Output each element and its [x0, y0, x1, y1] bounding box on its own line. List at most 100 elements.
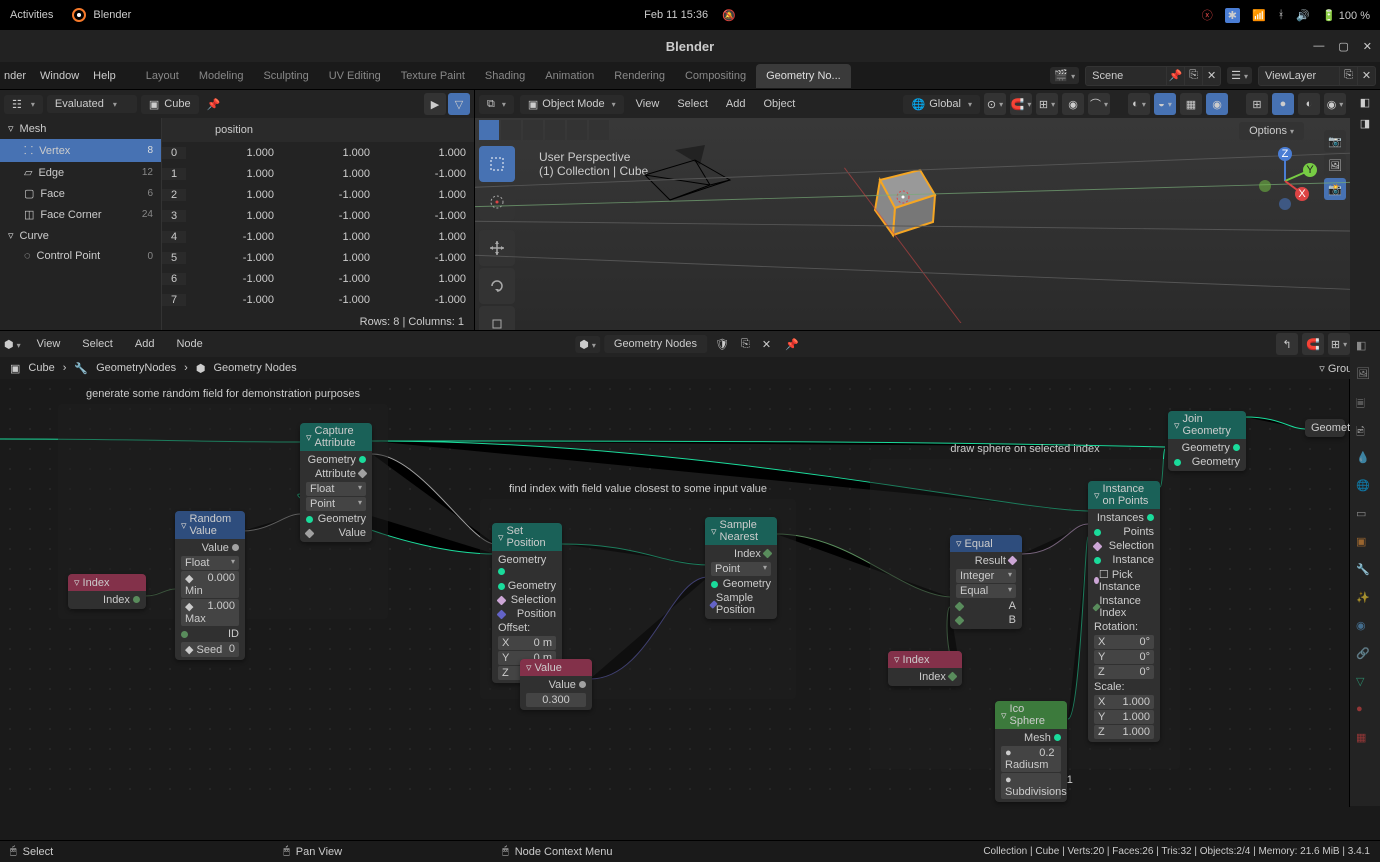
tree-face[interactable]: ▢Face6 [0, 183, 161, 204]
type-dropdown[interactable]: Float [181, 556, 239, 570]
snap-target-icon[interactable]: ⊞ [1036, 93, 1058, 115]
nadd-menu[interactable]: Add [129, 335, 161, 353]
mode-dropdown[interactable]: ▣ Object Mode [520, 95, 624, 114]
tab-physics-icon[interactable]: ◉ [1356, 619, 1374, 637]
node-value[interactable]: ▿Value Value 0.300 [520, 659, 592, 710]
volume-icon[interactable]: 🔊 [1296, 9, 1310, 22]
rot-x[interactable]: X0° [1094, 635, 1154, 649]
proportional-icon[interactable]: ◉ [1062, 93, 1084, 115]
tab-particles-icon[interactable]: ✨ [1356, 591, 1374, 609]
side-render-icon[interactable]: 🖼 [1324, 154, 1346, 176]
snap-icon[interactable]: 🧲 [1302, 333, 1324, 355]
node-ico-sphere[interactable]: ▿Ico Sphere Mesh ● Radius0.2 m ● Subdivi… [995, 701, 1067, 802]
view-menu[interactable]: View [630, 95, 666, 113]
value-field[interactable]: 0.300 [526, 693, 586, 707]
tool-select[interactable] [479, 146, 515, 182]
node-capture-attribute[interactable]: ▿Capture Attribute Geometry Attribute Fl… [300, 423, 372, 542]
object-menu[interactable]: Object [757, 95, 801, 113]
bluetooth-icon[interactable]: ✱ [1225, 8, 1240, 23]
min-field[interactable]: ◆ Min0.000 [181, 571, 239, 598]
gizmo-visibility-icon[interactable]: ◐ [1128, 93, 1150, 115]
table-row[interactable]: 6-1.000-1.0001.000 [162, 268, 474, 289]
object-selector[interactable]: ▣Cube [141, 95, 199, 114]
select-menu[interactable]: Select [671, 95, 714, 113]
window-menu[interactable]: Window [40, 70, 79, 82]
proportional-type-icon[interactable]: ⌒ [1088, 93, 1110, 115]
shield-icon[interactable]: 🛡 [711, 336, 733, 353]
subdiv-field[interactable]: ● Subdivisions1 [1001, 773, 1061, 799]
table-row[interactable]: 4-1.0001.0001.000 [162, 226, 474, 247]
node-instance-on-points[interactable]: ▿Instance on Points Instances Points Sel… [1088, 481, 1160, 742]
tool-scale[interactable] [479, 306, 515, 330]
scl-x[interactable]: X1.000 [1094, 695, 1154, 709]
xray-icon[interactable]: ▦ [1180, 93, 1202, 115]
editor-type-dropdown[interactable]: ⧉ [479, 95, 514, 114]
viewlayer-selector[interactable]: ViewLayer ⎘ ✕ [1258, 66, 1376, 86]
crumb-cube[interactable]: Cube [28, 362, 54, 374]
node-join-geometry[interactable]: ▿Join Geometry Geometry Geometry [1168, 411, 1246, 471]
wifi-icon[interactable]: 📶 [1252, 9, 1266, 22]
tab-layout[interactable]: Layout [136, 64, 189, 88]
tab-collection-icon[interactable]: ▭ [1356, 507, 1374, 525]
tab-rendering[interactable]: Rendering [604, 64, 675, 88]
tree-mesh[interactable]: ▿Mesh [0, 118, 161, 139]
tree-vertex[interactable]: ⸬Vertex8 [0, 139, 161, 162]
camera-object[interactable] [635, 140, 755, 220]
minimize-button[interactable]: — [1313, 40, 1324, 53]
offset-x[interactable]: X0 m [498, 636, 556, 650]
selmode-2[interactable] [501, 120, 521, 140]
tree-controlpoint[interactable]: ◌Control Point0 [0, 246, 161, 266]
close-button[interactable]: ✕ [1363, 40, 1372, 53]
rot-z[interactable]: Z0° [1094, 665, 1154, 679]
overlays-icon[interactable]: ◒ [1154, 93, 1176, 115]
op-dropdown[interactable]: Equal [956, 584, 1016, 598]
selmode-3[interactable] [523, 120, 543, 140]
node-random-value[interactable]: ▿Random Value Value Float ◆ Min0.000 ◆ M… [175, 511, 245, 660]
copy-icon[interactable]: ⎘ [737, 336, 754, 353]
node-equal[interactable]: ▿Equal Result Integer Equal A B [950, 535, 1022, 629]
shading-solid-icon[interactable]: ● [1272, 93, 1294, 115]
node-index2[interactable]: ▿Index Index [888, 651, 962, 686]
tab-geometrynodes[interactable]: Geometry No... [756, 64, 851, 88]
tab-sculpting[interactable]: Sculpting [253, 64, 318, 88]
tool-cursor[interactable] [479, 184, 515, 220]
tool-rotate[interactable] [479, 268, 515, 304]
chevron-icon[interactable]: ◧ [1360, 96, 1370, 109]
navigation-gizmo[interactable]: Z Y X [1250, 146, 1320, 216]
browse-scene-icon[interactable]: 🎬 [1050, 67, 1079, 84]
editor-type-dropdown[interactable]: ☷ [4, 95, 43, 114]
shading-wire-icon[interactable]: ⊞ [1246, 93, 1268, 115]
browse-viewlayer-icon[interactable]: ☰ [1227, 67, 1252, 84]
type-dropdown[interactable]: Float [306, 482, 366, 496]
node-sample-nearest[interactable]: ▿Sample Nearest Index Point Geometry Sam… [705, 517, 777, 619]
tree-edge[interactable]: ▱Edge12 [0, 162, 161, 183]
radius-field[interactable]: ● Radius0.2 m [1001, 746, 1061, 772]
col-header[interactable]: position [186, 124, 282, 136]
tray-icon-1[interactable]: ⓧ [1202, 7, 1213, 23]
file-menu[interactable]: nder [4, 70, 26, 82]
tab-material-icon[interactable]: ● [1356, 703, 1374, 721]
tab-constraints-icon[interactable]: 🔗 [1356, 647, 1374, 665]
help-menu[interactable]: Help [93, 70, 116, 82]
scene-delete-icon[interactable]: ✕ [1202, 67, 1220, 85]
tab-texturepaint[interactable]: Texture Paint [391, 64, 475, 88]
shading-rendered-icon[interactable]: ◉ [1324, 93, 1346, 115]
tab-data-icon[interactable]: ▽ [1356, 675, 1374, 693]
pin-icon[interactable]: 📌 [207, 98, 221, 111]
cube-object[interactable] [855, 150, 955, 250]
node-group-output[interactable]: Geometry [1305, 419, 1345, 437]
scene-copy-icon[interactable]: ⎘ [1184, 67, 1202, 85]
options-dropdown[interactable]: Options [1239, 122, 1304, 140]
add-menu[interactable]: Add [720, 95, 752, 113]
tab-object-icon[interactable]: ▣ [1356, 535, 1374, 553]
selmode-6[interactable] [589, 120, 609, 140]
scl-y[interactable]: Y1.000 [1094, 710, 1154, 724]
nselect-menu[interactable]: Select [76, 335, 119, 353]
crumb-nodetree[interactable]: Geometry Nodes [213, 362, 296, 374]
type-dropdown[interactable]: Integer [956, 569, 1016, 583]
arrow-play-icon[interactable]: ▶ [424, 93, 446, 115]
rot-y[interactable]: Y0° [1094, 650, 1154, 664]
tab-shading[interactable]: Shading [475, 64, 535, 88]
table-row[interactable]: 01.0001.0001.000 [162, 142, 474, 163]
tab-world-icon[interactable]: 🌐 [1356, 479, 1374, 497]
